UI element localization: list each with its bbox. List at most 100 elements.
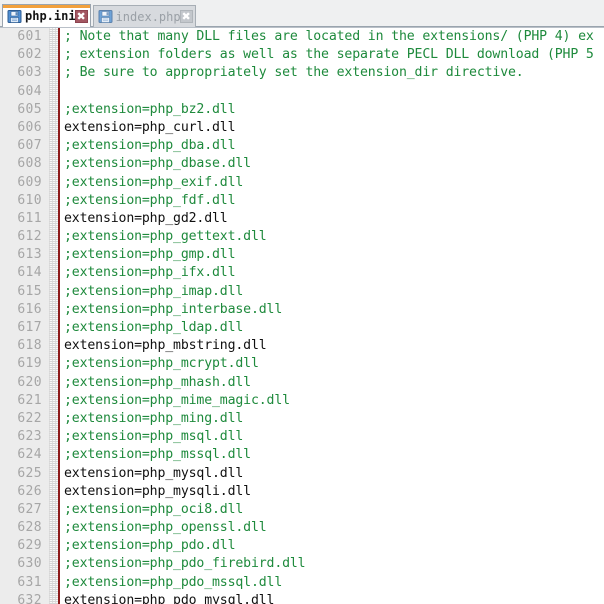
tab-label: php.ini [25, 9, 77, 23]
code-line-text: ; Be sure to appropriately set the exten… [64, 64, 524, 82]
line-number: 613 [0, 246, 42, 264]
code-line-text: ;extension=php_msql.dll [64, 428, 243, 446]
code-editor[interactable]: 601; Note that many DLL files are locate… [0, 28, 604, 604]
code-line[interactable]: 611 extension=php_gd2.dll [0, 210, 604, 228]
code-line[interactable]: 614 ;extension=php_ifx.dll [0, 264, 604, 282]
code-line-text: ;extension=php_oci8.dll [64, 501, 243, 519]
tab-index-php[interactable]: index.php ✖ [93, 5, 196, 27]
code-line[interactable]: 626 extension=php_mysqli.dll [0, 483, 604, 501]
code-line[interactable]: 624 ;extension=php_mssql.dll [0, 446, 604, 464]
line-number: 627 [0, 501, 42, 519]
code-line-text: ;extension=php_pdo_firebird.dll [64, 555, 305, 573]
code-line[interactable]: 621 ;extension=php_mime_magic.dll [0, 392, 604, 410]
line-number: 616 [0, 301, 42, 319]
line-number: 602 [0, 46, 42, 64]
code-line[interactable]: 602 ; extension folders as well as the se… [0, 46, 604, 64]
tab-php-ini[interactable]: php.ini ✖ [2, 4, 91, 27]
line-number: 629 [0, 537, 42, 555]
code-line[interactable]: 610 ;extension=php_fdf.dll [0, 192, 604, 210]
line-number: 621 [0, 392, 42, 410]
code-line-text: ;extension=php_bz2.dll [64, 101, 235, 119]
line-number: 623 [0, 428, 42, 446]
code-line-text: ;extension=php_imap.dll [64, 283, 243, 301]
code-line[interactable]: 617 ;extension=php_ldap.dll [0, 319, 604, 337]
code-line-text: ;extension=php_openssl.dll [64, 519, 267, 537]
close-icon[interactable]: ✖ [180, 10, 193, 23]
line-number: 609 [0, 174, 42, 192]
code-line[interactable]: 609 ;extension=php_exif.dll [0, 174, 604, 192]
code-line[interactable]: 601; Note that many DLL files are locate… [0, 28, 604, 46]
code-line-text: ;extension=php_ldap.dll [64, 319, 243, 337]
code-line[interactable]: 627 ;extension=php_oci8.dll [0, 501, 604, 519]
code-line[interactable]: 631 ;extension=php_pdo_mssql.dll [0, 574, 604, 592]
line-number: 603 [0, 64, 42, 82]
code-line[interactable]: 618 extension=php_mbstring.dll [0, 337, 604, 355]
code-line-text: ;extension=php_dba.dll [64, 137, 235, 155]
line-number: 625 [0, 465, 42, 483]
code-line[interactable]: 604 [0, 83, 604, 101]
code-line-text: ; extension folders as well as the separ… [64, 46, 594, 64]
editor-window: php.ini ✖ index.php ✖ 601; Note that m [0, 0, 604, 604]
line-number: 606 [0, 119, 42, 137]
code-line-text: ;extension=php_fdf.dll [64, 192, 235, 210]
line-number: 611 [0, 210, 42, 228]
code-line-text: extension=php_pdo_mysql.dll [64, 592, 274, 604]
code-line[interactable]: 613 ;extension=php_gmp.dll [0, 246, 604, 264]
save-floppy-icon [7, 9, 22, 24]
code-line[interactable]: 628 ;extension=php_openssl.dll [0, 519, 604, 537]
code-line-text: ;extension=php_interbase.dll [64, 301, 282, 319]
code-line[interactable]: 612;extension=php_gettext.dll [0, 228, 604, 246]
code-line[interactable]: 629;extension=php_pdo.dll [0, 537, 604, 555]
line-number: 604 [0, 83, 42, 101]
code-line[interactable]: 607 ;extension=php_dba.dll [0, 137, 604, 155]
code-line[interactable]: 620;extension=php_mhash.dll [0, 374, 604, 392]
line-number: 610 [0, 192, 42, 210]
line-number: 620 [0, 374, 42, 392]
code-line[interactable]: 606 extension=php_curl.dll [0, 119, 604, 137]
code-line[interactable]: 630 ;extension=php_pdo_firebird.dll [0, 555, 604, 573]
code-line[interactable]: 608;extension=php_dbase.dll [0, 155, 604, 173]
code-line-text: extension=php_mbstring.dll [64, 337, 267, 355]
code-line[interactable]: 623 ;extension=php_msql.dll [0, 428, 604, 446]
code-line-text: extension=php_mysql.dll [64, 465, 243, 483]
line-number: 607 [0, 137, 42, 155]
code-line-text: extension=php_mysqli.dll [64, 483, 251, 501]
code-line-text: ;extension=php_pdo_mssql.dll [64, 574, 282, 592]
code-line[interactable]: 619;extension=php_mcrypt.dll [0, 355, 604, 373]
code-line[interactable]: 625 extension=php_mysql.dll [0, 465, 604, 483]
code-text-area[interactable]: 601; Note that many DLL files are locate… [0, 28, 604, 604]
code-line[interactable]: 605 ;extension=php_bz2.dll [0, 101, 604, 119]
line-number: 617 [0, 319, 42, 337]
code-line-text: extension=php_gd2.dll [64, 210, 228, 228]
line-number: 619 [0, 355, 42, 373]
line-number: 615 [0, 283, 42, 301]
code-line-text: ;extension=php_gettext.dll [64, 228, 267, 246]
code-line[interactable]: 616 ;extension=php_interbase.dll [0, 301, 604, 319]
save-floppy-icon [98, 9, 113, 24]
code-line-text: ;extension=php_mime_magic.dll [64, 392, 290, 410]
line-number: 618 [0, 337, 42, 355]
code-line-text: ;extension=php_exif.dll [64, 174, 243, 192]
tab-label: index.php [116, 10, 182, 24]
line-number: 631 [0, 574, 42, 592]
code-line-text: ;extension=php_ifx.dll [64, 264, 235, 282]
line-number: 605 [0, 101, 42, 119]
code-line[interactable]: 603 ; Be sure to appropriately set the ex… [0, 64, 604, 82]
line-number: 630 [0, 555, 42, 573]
code-line-text: ; Note that many DLL files are located i… [64, 28, 594, 46]
tab-bar: php.ini ✖ index.php ✖ [0, 0, 604, 28]
code-line[interactable]: 632 extension=php_pdo_mysql.dll [0, 592, 604, 604]
line-number: 614 [0, 264, 42, 282]
line-number: 624 [0, 446, 42, 464]
line-number: 632 [0, 592, 42, 604]
code-line-text: ;extension=php_ming.dll [64, 410, 243, 428]
code-line-text: ;extension=php_dbase.dll [64, 155, 251, 173]
close-icon[interactable]: ✖ [75, 10, 88, 23]
code-line-text: extension=php_curl.dll [64, 119, 235, 137]
line-number: 628 [0, 519, 42, 537]
code-line[interactable]: 615 ;extension=php_imap.dll [0, 283, 604, 301]
code-line-text: ;extension=php_mssql.dll [64, 446, 251, 464]
line-number: 626 [0, 483, 42, 501]
code-line[interactable]: 622;extension=php_ming.dll [0, 410, 604, 428]
code-line-text: ;extension=php_gmp.dll [64, 246, 235, 264]
